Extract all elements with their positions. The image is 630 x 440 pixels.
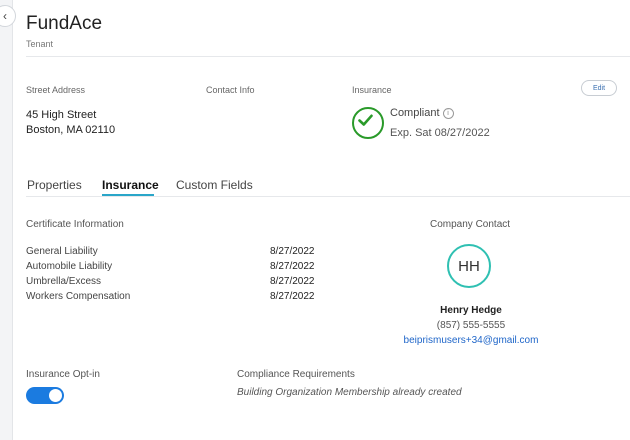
- edit-button[interactable]: Edit: [581, 80, 617, 96]
- opt-in-label: Insurance Opt-in: [26, 369, 100, 380]
- coverage-date: 8/27/2022: [270, 246, 315, 257]
- certificate-row: Automobile Liability 8/27/2022: [26, 261, 326, 276]
- chevron-left-icon[interactable]: ‹: [0, 5, 16, 27]
- certificate-row: Umbrella/Excess 8/27/2022: [26, 276, 326, 291]
- address-line2: Boston, MA 02110: [26, 124, 116, 136]
- toggle-knob: [49, 389, 62, 402]
- coverage-name: Automobile Liability: [26, 261, 113, 272]
- coverage-date: 8/27/2022: [270, 291, 315, 302]
- street-address-label: Street Address: [26, 85, 86, 95]
- company-contact-heading: Company Contact: [430, 219, 511, 230]
- insurance-opt-in-toggle[interactable]: [26, 387, 64, 404]
- certificate-row: General Liability 8/27/2022: [26, 246, 326, 261]
- contact-name: Henry Hedge: [440, 305, 502, 316]
- compliance-requirements-text: Building Organization Membership already…: [237, 387, 462, 398]
- page-title: FundAce: [26, 13, 103, 34]
- compliance-requirements-heading: Compliance Requirements: [237, 369, 355, 380]
- avatar: HH: [447, 244, 491, 288]
- coverage-name: Workers Compensation: [26, 291, 131, 302]
- contact-email-link[interactable]: beiprismusers+34@gmail.com: [390, 335, 552, 346]
- coverage-name: General Liability: [26, 246, 98, 257]
- tabs-divider: [26, 196, 630, 197]
- coverage-date: 8/27/2022: [270, 276, 315, 287]
- tab-insurance[interactable]: Insurance: [102, 178, 159, 192]
- street-address: 45 High Street Boston, MA 02110: [26, 108, 115, 138]
- header-divider: [26, 56, 630, 57]
- tab-properties[interactable]: Properties: [27, 178, 82, 192]
- page-subtitle: Tenant: [26, 39, 54, 49]
- insurance-label: Insurance: [352, 85, 392, 95]
- coverage-name: Umbrella/Excess: [26, 276, 102, 287]
- contact-info-label: Contact Info: [206, 85, 255, 95]
- contact-phone: (857) 555-5555: [436, 320, 506, 331]
- compliance-status: Compliant i: [390, 107, 454, 119]
- check-circle-icon: [352, 107, 384, 139]
- expiry-date: Exp. Sat 08/27/2022: [390, 127, 490, 139]
- certificate-heading: Certificate Information: [26, 219, 124, 230]
- address-line1: 45 High Street: [26, 109, 97, 121]
- coverage-date: 8/27/2022: [270, 261, 315, 272]
- tab-custom-fields[interactable]: Custom Fields: [176, 178, 253, 192]
- info-icon[interactable]: i: [442, 108, 454, 119]
- active-tab-indicator: [102, 194, 154, 196]
- left-rail: [0, 0, 13, 440]
- certificate-row: Workers Compensation 8/27/2022: [26, 291, 326, 306]
- compliance-status-text: Compliant: [390, 107, 440, 119]
